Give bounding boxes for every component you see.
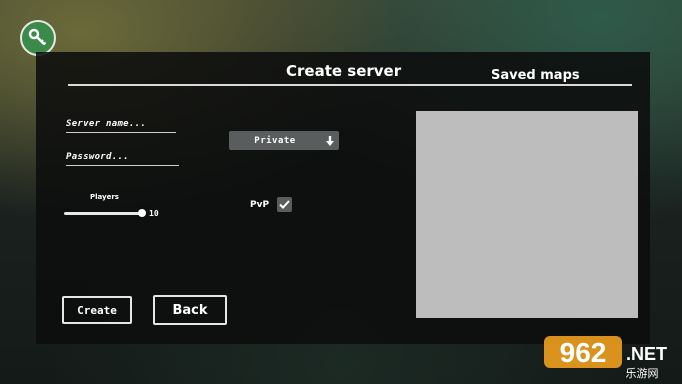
players-slider[interactable]	[64, 212, 142, 215]
watermark-brand: 962	[560, 337, 607, 368]
back-button[interactable]: Back	[153, 295, 227, 325]
saved-maps-title: Saved maps	[491, 68, 580, 83]
players-value: 10	[149, 209, 159, 218]
arrow-down-icon	[321, 135, 339, 146]
header-divider	[68, 84, 632, 86]
players-slider-handle[interactable]	[138, 209, 146, 217]
privacy-dropdown[interactable]: Private	[229, 131, 339, 150]
server-name-input[interactable]: Server name...	[66, 119, 146, 129]
check-icon	[279, 200, 290, 209]
pvp-checkbox[interactable]	[277, 197, 292, 212]
pvp-label: PvP	[250, 200, 270, 210]
password-underline	[66, 165, 179, 166]
app-logo-icon[interactable]	[20, 20, 56, 56]
saved-maps-list[interactable]	[416, 111, 638, 318]
privacy-dropdown-value: Private	[254, 135, 296, 146]
create-button[interactable]: Create	[62, 296, 132, 324]
watermark-sub: 乐游网	[626, 367, 659, 380]
server-name-underline	[66, 132, 176, 133]
password-input[interactable]: Password...	[66, 152, 129, 162]
watermark-net: .NET	[626, 344, 667, 364]
create-server-panel: Create server Saved maps Server name... …	[36, 52, 650, 344]
watermark-logo: 962 .NET 乐游网	[544, 336, 667, 380]
key-wrench-icon	[28, 28, 47, 46]
page-title: Create server	[286, 62, 402, 80]
players-label: Players	[90, 193, 119, 201]
